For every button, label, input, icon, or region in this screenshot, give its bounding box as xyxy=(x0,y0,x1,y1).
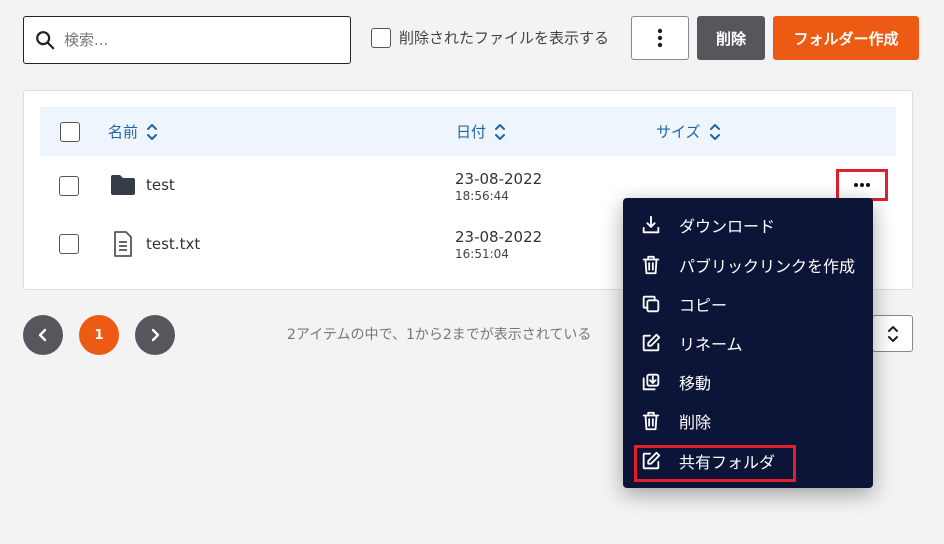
sort-size-header[interactable]: サイズ xyxy=(656,121,721,142)
next-page-button[interactable] xyxy=(135,315,175,355)
horizontal-dots-icon xyxy=(854,183,870,187)
move-icon xyxy=(642,373,660,391)
page-1-button[interactable]: 1 xyxy=(79,315,119,355)
menu-item-label: ダウンロード xyxy=(679,217,776,236)
date-header-label: 日付 xyxy=(456,123,487,141)
menu-item-label: コピー xyxy=(679,296,728,315)
chevron-up-down-icon xyxy=(887,325,898,342)
show-deleted-checkbox[interactable] xyxy=(371,27,391,48)
items-count-info: 2アイテムの中で、1から2までが表示されている xyxy=(287,327,592,343)
date-cell: 23-08-2022 16:51:04 xyxy=(455,228,542,261)
date-cell: 23-08-2022 18:56:44 xyxy=(455,170,542,203)
menu-item-delete[interactable]: 削除 xyxy=(640,409,711,433)
file-name: test.txt xyxy=(146,235,201,253)
show-deleted-toggle[interactable]: 削除されたファイルを表示する xyxy=(371,27,609,48)
edit-icon xyxy=(642,333,661,352)
file-name-cell[interactable]: test.txt xyxy=(108,230,200,258)
row-checkbox[interactable] xyxy=(59,176,79,196)
file-text-icon xyxy=(114,231,132,257)
sort-icon xyxy=(147,123,158,140)
sort-name-header[interactable]: 名前 xyxy=(108,121,158,142)
search-icon xyxy=(36,31,55,50)
date-value: 23-08-2022 xyxy=(455,228,543,246)
sort-icon xyxy=(495,123,506,140)
menu-item-move[interactable]: 移動 xyxy=(640,370,711,394)
chevron-right-icon xyxy=(151,328,160,342)
name-header-label: 名前 xyxy=(108,123,139,141)
context-menu: ダウンロード パブリックリンクを作成 コピー リネーム 移動 削除 共有フォルダ xyxy=(623,198,873,488)
select-all-checkbox[interactable] xyxy=(60,122,80,142)
table-header: 名前 日付 サイズ xyxy=(40,107,896,156)
menu-item-copy[interactable]: コピー xyxy=(640,292,727,316)
download-icon xyxy=(642,215,660,234)
shared-folder-highlight xyxy=(634,445,796,482)
delete-button[interactable]: 削除 xyxy=(697,16,765,60)
search-box[interactable] xyxy=(23,16,351,64)
size-header-label: サイズ xyxy=(656,123,701,141)
menu-item-label: パブリックリンクを作成 xyxy=(679,257,856,276)
time-value: 18:56:44 xyxy=(455,189,509,203)
file-name-cell[interactable]: test xyxy=(108,174,175,196)
menu-item-label: 移動 xyxy=(679,374,712,393)
sort-date-header[interactable]: 日付 xyxy=(456,121,506,142)
menu-item-label: リネーム xyxy=(679,335,743,354)
menu-item-download[interactable]: ダウンロード xyxy=(640,213,775,237)
date-value: 23-08-2022 xyxy=(455,170,543,188)
row-checkbox[interactable] xyxy=(59,234,79,254)
trash-icon xyxy=(642,411,660,431)
per-page-select[interactable] xyxy=(872,315,913,352)
menu-item-rename[interactable]: リネーム xyxy=(640,331,743,355)
more-options-button[interactable] xyxy=(631,16,689,60)
chevron-left-icon xyxy=(38,328,47,342)
sort-icon xyxy=(709,123,720,140)
vertical-dots-icon xyxy=(657,28,663,48)
search-input[interactable] xyxy=(64,31,334,49)
row-actions-button[interactable] xyxy=(836,169,888,201)
create-folder-button[interactable]: フォルダー作成 xyxy=(773,16,919,60)
menu-item-label: 削除 xyxy=(679,413,712,432)
folder-icon xyxy=(111,175,135,195)
time-value: 16:51:04 xyxy=(455,247,509,261)
file-name: test xyxy=(146,176,175,194)
prev-page-button[interactable] xyxy=(23,315,63,355)
show-deleted-label: 削除されたファイルを表示する xyxy=(399,29,610,47)
trash-icon xyxy=(642,255,660,275)
menu-item-public-link[interactable]: パブリックリンクを作成 xyxy=(640,253,855,277)
copy-icon xyxy=(642,295,660,313)
